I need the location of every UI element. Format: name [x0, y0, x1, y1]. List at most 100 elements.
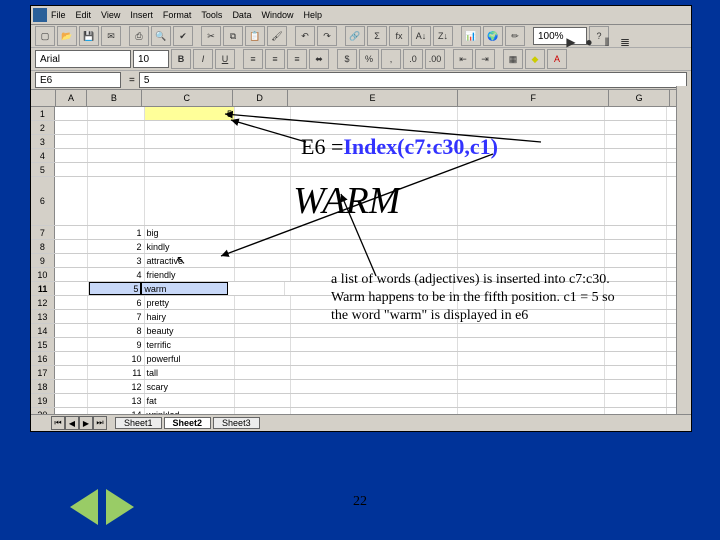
cell-A3[interactable]	[55, 135, 88, 148]
save-icon[interactable]: 💾	[79, 26, 99, 46]
inc-decimal-icon[interactable]: .0	[403, 49, 423, 69]
cell-B7[interactable]: 1	[88, 226, 144, 239]
cell-A18[interactable]	[55, 380, 88, 393]
cell-A4[interactable]	[55, 149, 88, 162]
cell-B12[interactable]: 6	[88, 296, 144, 309]
cell-B11[interactable]: 5	[89, 282, 141, 295]
cell-E7[interactable]	[291, 226, 457, 239]
cell-C6[interactable]	[145, 177, 235, 225]
col-G[interactable]: G	[609, 90, 670, 106]
cell-F16[interactable]	[458, 352, 605, 365]
cell-E8[interactable]	[291, 240, 457, 253]
prev-slide-button[interactable]	[70, 489, 98, 525]
dec-decimal-icon[interactable]: .00	[425, 49, 445, 69]
row-18[interactable]: 1812scary	[31, 380, 691, 394]
next-slide-button[interactable]	[106, 489, 134, 525]
cell-D11[interactable]	[228, 282, 285, 295]
cell-G16[interactable]	[605, 352, 667, 365]
cell-B5[interactable]	[88, 163, 144, 176]
undo-icon[interactable]: ↶	[295, 26, 315, 46]
row-16[interactable]: 1610powerful	[31, 352, 691, 366]
row-9[interactable]: 93attractive	[31, 254, 691, 268]
cell-D1[interactable]	[235, 107, 291, 120]
tab-scroll[interactable]: ⏮ ◀ ▶ ⏭	[51, 416, 107, 430]
cell-G19[interactable]	[605, 394, 667, 407]
cell-C4[interactable]	[145, 149, 235, 162]
cell-F7[interactable]	[458, 226, 605, 239]
cell-B2[interactable]	[88, 121, 144, 134]
align-right-icon[interactable]: ≡	[287, 49, 307, 69]
cell-G6[interactable]	[605, 177, 667, 225]
cell-C19[interactable]: fat	[145, 394, 235, 407]
row-7[interactable]: 71big	[31, 226, 691, 240]
cell-A14[interactable]	[55, 324, 88, 337]
menu-tools[interactable]: Tools	[201, 10, 222, 20]
sort-desc-icon[interactable]: Z↓	[433, 26, 453, 46]
col-B[interactable]: B	[87, 90, 142, 106]
cell-A13[interactable]	[55, 310, 88, 323]
paste-icon[interactable]: 📋	[245, 26, 265, 46]
cell-G18[interactable]	[605, 380, 667, 393]
last-tab-icon[interactable]: ⏭	[93, 416, 107, 430]
cell-D18[interactable]	[235, 380, 291, 393]
cell-D16[interactable]	[235, 352, 291, 365]
comma-icon[interactable]: ,	[381, 49, 401, 69]
cell-E15[interactable]	[291, 338, 457, 351]
cell-F8[interactable]	[458, 240, 605, 253]
cell-C17[interactable]: tall	[145, 366, 235, 379]
cell-F1[interactable]	[458, 107, 605, 120]
cell-E14[interactable]	[291, 324, 457, 337]
cell-B10[interactable]: 4	[88, 268, 144, 281]
cell-C10[interactable]: friendly	[145, 268, 235, 281]
cell-A16[interactable]	[55, 352, 88, 365]
cell-C8[interactable]: kindly	[145, 240, 235, 253]
fill-color-icon[interactable]: ◆	[525, 49, 545, 69]
row-8[interactable]: 82kindly	[31, 240, 691, 254]
cell-B1[interactable]	[88, 107, 144, 120]
cell-E5[interactable]	[291, 163, 457, 176]
next-tab-icon[interactable]: ▶	[79, 416, 93, 430]
cell-D4[interactable]	[235, 149, 291, 162]
cell-D17[interactable]	[235, 366, 291, 379]
borders-icon[interactable]: ▦	[503, 49, 523, 69]
cell-B18[interactable]: 12	[88, 380, 144, 393]
cell-A6[interactable]	[55, 177, 88, 225]
cell-C15[interactable]: terrific	[145, 338, 235, 351]
link-icon[interactable]: 🔗	[345, 26, 365, 46]
merge-icon[interactable]: ⬌	[309, 49, 329, 69]
cell-D8[interactable]	[235, 240, 291, 253]
cell-G17[interactable]	[605, 366, 667, 379]
cell-C9[interactable]: attractive	[145, 254, 235, 267]
bold-icon[interactable]: B	[171, 49, 191, 69]
cell-F17[interactable]	[458, 366, 605, 379]
cell-F9[interactable]	[458, 254, 605, 267]
first-tab-icon[interactable]: ⏮	[51, 416, 65, 430]
sort-asc-icon[interactable]: A↓	[411, 26, 431, 46]
cell-B14[interactable]: 8	[88, 324, 144, 337]
cell-C1[interactable]: 5	[145, 107, 235, 120]
map-icon[interactable]: 🌍	[483, 26, 503, 46]
cell-B6[interactable]	[88, 177, 144, 225]
cell-G14[interactable]	[605, 324, 667, 337]
play-icon[interactable]: ▶	[565, 36, 577, 48]
cell-A1[interactable]	[55, 107, 88, 120]
cell-G2[interactable]	[605, 121, 667, 134]
cell-B4[interactable]	[88, 149, 144, 162]
cell-B13[interactable]: 7	[88, 310, 144, 323]
cell-D5[interactable]	[235, 163, 291, 176]
cell-C14[interactable]: beauty	[145, 324, 235, 337]
tab-sheet2[interactable]: Sheet2	[164, 417, 212, 429]
cell-F15[interactable]	[458, 338, 605, 351]
menubar[interactable]: File Edit View Insert Format Tools Data …	[31, 6, 691, 25]
row-5[interactable]: 5	[31, 163, 691, 177]
cell-G8[interactable]	[605, 240, 667, 253]
row-19[interactable]: 1913fat	[31, 394, 691, 408]
cell-B9[interactable]: 3	[88, 254, 144, 267]
cell-F18[interactable]	[458, 380, 605, 393]
print-icon[interactable]: ⎙	[129, 26, 149, 46]
row-2[interactable]: 2	[31, 121, 691, 135]
cell-E1[interactable]	[291, 107, 457, 120]
menu-view[interactable]: View	[101, 10, 120, 20]
cell-A12[interactable]	[55, 296, 88, 309]
row-6[interactable]: 6WARM	[31, 177, 691, 226]
